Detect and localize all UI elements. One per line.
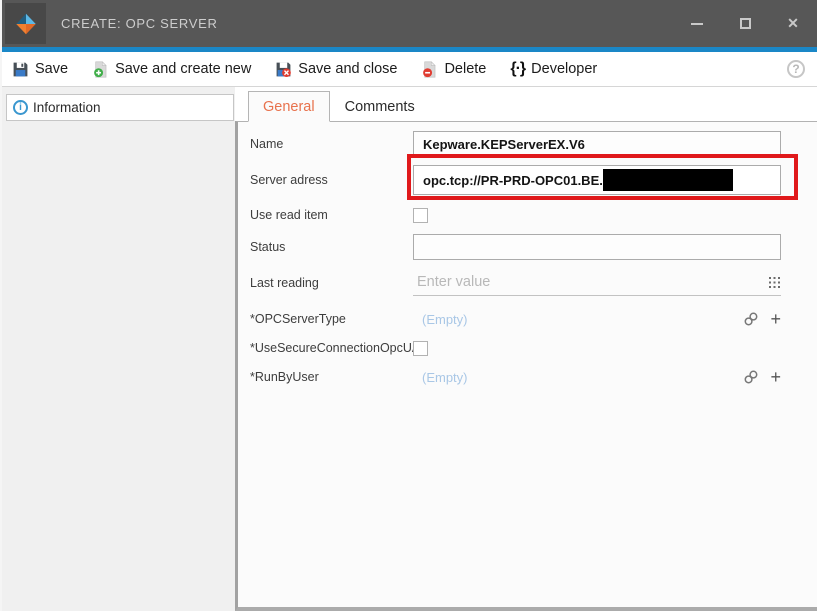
cube-logo-icon [13,11,39,37]
status-input[interactable] [413,234,781,260]
use-read-item-label: Use read item [250,208,413,222]
help-icon: ? [792,62,799,76]
runbyuser-value: (Empty) [422,370,468,385]
last-reading-label: Last reading [250,276,413,290]
document-remove-icon [421,61,438,78]
plus-icon[interactable]: + [770,310,781,328]
sidebar-item-label: Information [33,100,101,115]
sidebar: i Information [2,87,235,611]
use-read-item-checkbox[interactable] [413,208,428,223]
save-button[interactable]: Save [12,61,68,78]
field-row-name: Name [250,131,781,157]
toolbar: Save Save and create new Save and close [2,52,817,87]
server-adress-input[interactable]: opc.tcp://PR-PRD-OPC01.BE. [413,165,781,195]
developer-label: Developer [531,61,597,77]
save-and-create-new-button[interactable]: Save and create new [92,61,251,78]
opcservertype-label: *OPCServerType [250,312,413,326]
tab-strip: General Comments [235,91,817,121]
field-row-server-adress: Server adress opc.tcp://PR-PRD-OPC01.BE. [250,165,781,195]
field-row-opcservertype: *OPCServerType (Empty) + [250,307,781,331]
developer-button[interactable]: {·} Developer [510,60,597,78]
name-input[interactable] [413,131,781,157]
field-row-last-reading: Last reading [250,269,781,296]
minimize-button[interactable] [673,0,721,47]
info-icon: i [13,100,28,115]
delete-button[interactable]: Delete [421,61,486,78]
content-area: i Information General Comments Name [2,87,817,611]
link-icon[interactable] [743,311,759,327]
window-controls: ✕ [673,0,817,47]
field-row-usesecureconnectionopcua: *UseSecureConnectionOpcUA [250,339,781,357]
opcservertype-value: (Empty) [422,312,468,327]
help-button[interactable]: ? [787,60,805,78]
app-logo-box [5,3,46,44]
save-label: Save [35,61,68,77]
status-label: Status [250,240,413,254]
field-row-use-read-item: Use read item [250,206,781,224]
delete-label: Delete [444,61,486,77]
sidebar-item-information[interactable]: i Information [6,94,234,121]
document-add-icon [92,61,109,78]
runbyuser-lookup[interactable]: (Empty) + [413,365,781,389]
usesecureconnectionopcua-checkbox[interactable] [413,341,428,356]
name-label: Name [250,137,413,151]
server-adress-value: opc.tcp://PR-PRD-OPC01.BE. [423,173,603,188]
window-title: CREATE: OPC SERVER [61,16,218,31]
save-and-close-label: Save and close [298,61,397,77]
grid-dots-icon[interactable] [768,276,781,289]
field-row-runbyuser: *RunByUser (Empty) + [250,365,781,389]
server-adress-label: Server adress [250,173,413,187]
link-icon[interactable] [743,369,759,385]
last-reading-input[interactable] [413,274,768,290]
last-reading-field [413,269,781,296]
redaction-bar [603,169,733,191]
close-button[interactable]: ✕ [769,0,817,47]
create-opc-server-window: CREATE: OPC SERVER ✕ Save [0,0,817,611]
save-floppy-icon [12,61,29,78]
field-row-status: Status [250,234,781,260]
general-tab-panel: Name Server adress opc.tcp://PR-PRD-OPC0… [235,121,817,611]
runbyuser-label: *RunByUser [250,370,413,384]
plus-icon[interactable]: + [770,368,781,386]
maximize-icon [740,18,751,29]
usesecureconnectionopcua-label: *UseSecureConnectionOpcUA [250,341,413,355]
save-and-close-button[interactable]: Save and close [275,61,397,78]
tab-general[interactable]: General [248,91,330,122]
close-icon: ✕ [787,15,799,32]
save-and-create-new-label: Save and create new [115,61,251,77]
floppy-close-icon [275,61,292,78]
title-bar: CREATE: OPC SERVER ✕ [2,0,817,47]
main-area: General Comments Name Server adress [235,87,817,611]
minimize-icon [691,23,703,25]
maximize-button[interactable] [721,0,769,47]
tab-comments[interactable]: Comments [330,91,430,122]
opcservertype-lookup[interactable]: (Empty) + [413,307,781,331]
developer-braces-icon: {·} [510,60,525,78]
